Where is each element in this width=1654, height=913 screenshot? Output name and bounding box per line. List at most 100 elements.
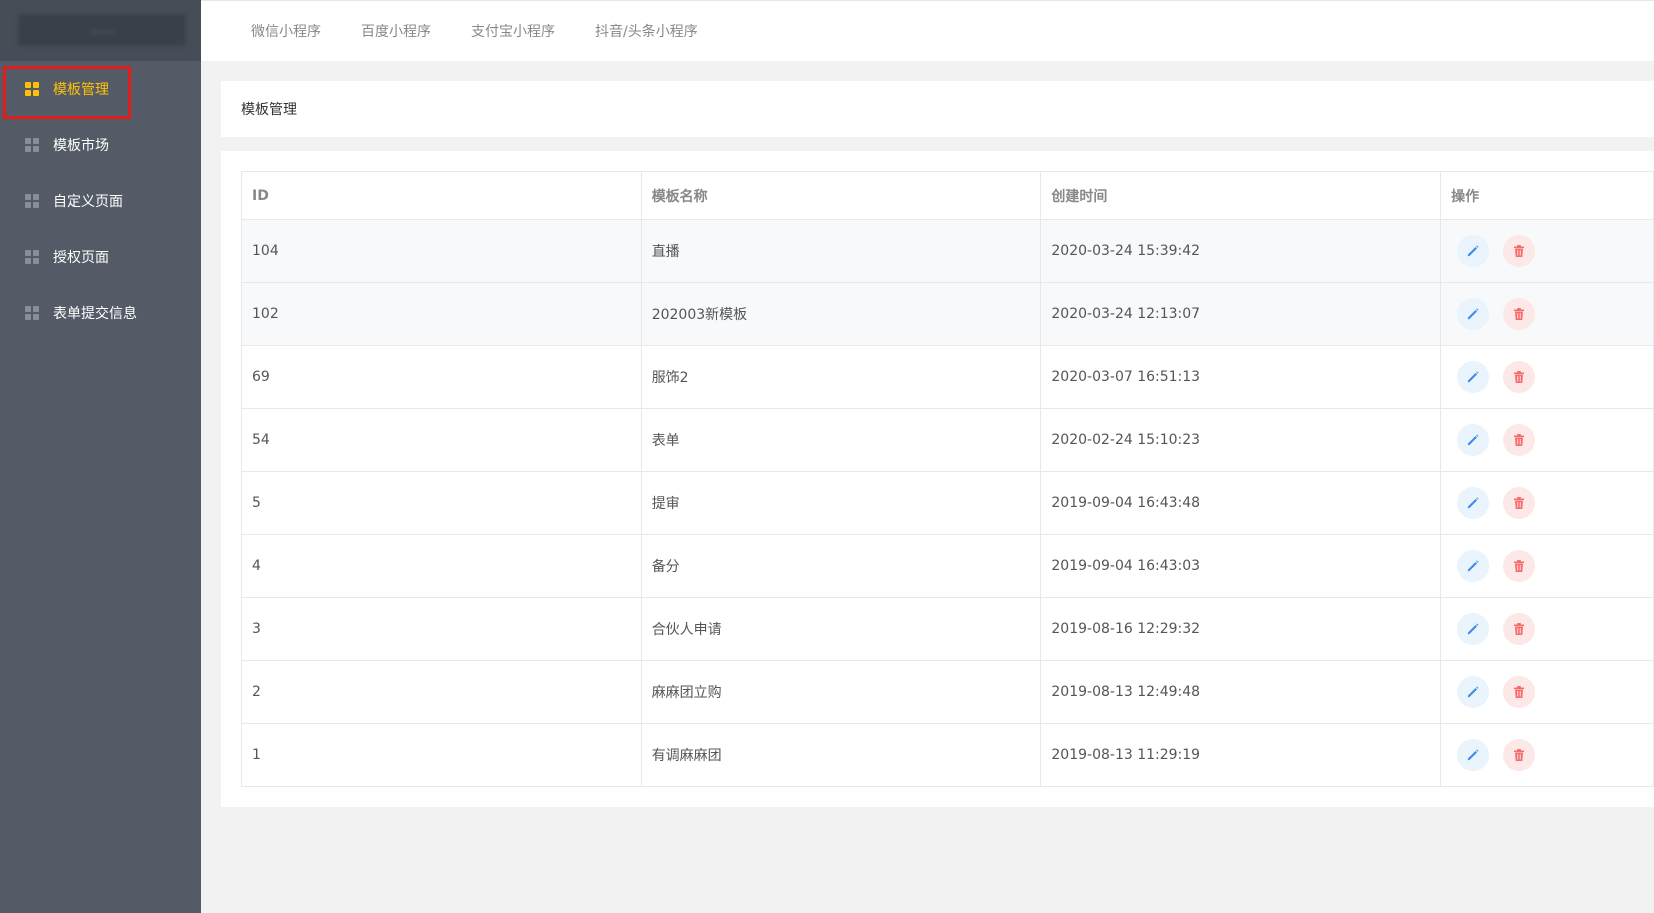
cell-id: 3 (241, 597, 642, 661)
trash-icon (1512, 370, 1526, 384)
cell-time: 2019-09-04 16:43:48 (1040, 471, 1442, 535)
trash-icon (1512, 685, 1526, 699)
tab-wechat[interactable]: 微信小程序 (251, 21, 321, 41)
trash-icon (1512, 622, 1526, 636)
sidebar-item-label: 表单提交信息 (53, 306, 137, 322)
cell-actions (1440, 282, 1654, 346)
table-row: 69 服饰2 2020-03-07 16:51:13 (241, 345, 1654, 409)
pencil-icon (1466, 433, 1480, 447)
cell-time: 2019-09-04 16:43:03 (1040, 534, 1442, 598)
pencil-icon (1466, 496, 1480, 510)
cell-time: 2020-03-07 16:51:13 (1040, 345, 1442, 409)
table-row: 102 202003新模板 2020-03-24 12:13:07 (241, 282, 1654, 346)
grid-icon (25, 194, 39, 208)
grid-icon (25, 250, 39, 264)
cell-actions (1440, 534, 1654, 598)
table-row: 104 直播 2020-03-24 15:39:42 (241, 219, 1654, 283)
cell-actions (1440, 723, 1654, 787)
cell-name: 备分 (640, 534, 1042, 598)
cell-actions (1440, 345, 1654, 409)
cell-name: 麻麻团立购 (640, 660, 1042, 724)
cell-actions (1440, 408, 1654, 472)
cell-id: 69 (241, 345, 642, 409)
pencil-icon (1466, 370, 1480, 384)
cell-name: 服饰2 (640, 345, 1042, 409)
cell-time: 2019-08-13 11:29:19 (1040, 723, 1442, 787)
table-row: 5 提审 2019-09-04 16:43:48 (241, 471, 1654, 535)
edit-button[interactable] (1457, 298, 1490, 330)
header-id: ID (241, 171, 642, 220)
sidebar-item-form-submissions[interactable]: 表单提交信息 (0, 285, 201, 341)
cell-id: 5 (241, 471, 642, 535)
delete-button[interactable] (1503, 298, 1536, 330)
tab-alipay[interactable]: 支付宝小程序 (471, 21, 555, 41)
trash-icon (1512, 748, 1526, 762)
header-actions: 操作 (1440, 171, 1654, 220)
cell-id: 4 (241, 534, 642, 598)
cell-name: 合伙人申请 (640, 597, 1042, 661)
sidebar-item-label: 模板管理 (53, 82, 109, 98)
cell-actions (1440, 660, 1654, 724)
edit-button[interactable] (1457, 487, 1490, 519)
trash-icon (1512, 307, 1526, 321)
delete-button[interactable] (1503, 550, 1536, 582)
sidebar-item-label: 自定义页面 (53, 194, 123, 210)
cell-actions (1440, 219, 1654, 283)
table-row: 3 合伙人申请 2019-08-16 12:29:32 (241, 597, 1654, 661)
edit-button[interactable] (1457, 361, 1490, 393)
sidebar-item-custom-page[interactable]: 自定义页面 (0, 173, 201, 229)
table-row: 2 麻麻团立购 2019-08-13 12:49:48 (241, 660, 1654, 724)
sidebar-item-label: 授权页面 (53, 250, 109, 266)
cell-id: 1 (241, 723, 642, 787)
trash-icon (1512, 496, 1526, 510)
sidebar-item-template-market[interactable]: 模板市场 (0, 117, 201, 173)
trash-icon (1512, 244, 1526, 258)
pencil-icon (1466, 244, 1480, 258)
pencil-icon (1466, 307, 1480, 321)
delete-button[interactable] (1503, 361, 1536, 393)
table-panel: ID 模板名称 创建时间 操作 104 直播 2020-03-24 15:39:42… (221, 151, 1654, 807)
cell-name: 提审 (640, 471, 1042, 535)
logo: ...... (18, 14, 186, 46)
delete-button[interactable] (1503, 676, 1536, 708)
sidebar-item-auth-page[interactable]: 授权页面 (0, 229, 201, 285)
table-row: 1 有调麻麻团 2019-08-13 11:29:19 (241, 723, 1654, 787)
edit-button[interactable] (1457, 739, 1490, 771)
delete-button[interactable] (1503, 424, 1536, 456)
header-time: 创建时间 (1040, 171, 1442, 220)
page-title: 模板管理 (221, 81, 1654, 137)
cell-id: 102 (241, 282, 642, 346)
cell-time: 2020-02-24 15:10:23 (1040, 408, 1442, 472)
cell-name: 202003新模板 (640, 282, 1042, 346)
delete-button[interactable] (1503, 739, 1536, 771)
delete-button[interactable] (1503, 613, 1536, 645)
pencil-icon (1466, 622, 1480, 636)
cell-name: 直播 (640, 219, 1042, 283)
table-header-row: ID 模板名称 创建时间 操作 (241, 171, 1654, 220)
sidebar-item-template-management[interactable]: 模板管理 (0, 61, 201, 117)
pencil-icon (1466, 685, 1480, 699)
pencil-icon (1466, 748, 1480, 762)
table-row: 4 备分 2019-09-04 16:43:03 (241, 534, 1654, 598)
edit-button[interactable] (1457, 424, 1490, 456)
grid-icon (25, 306, 39, 320)
table-body: 104 直播 2020-03-24 15:39:42 102 202003新模板 2020… (241, 219, 1654, 787)
sidebar-item-label: 模板市场 (53, 138, 109, 154)
cell-name: 表单 (640, 408, 1042, 472)
cell-time: 2019-08-13 12:49:48 (1040, 660, 1442, 724)
edit-button[interactable] (1457, 235, 1490, 267)
grid-icon (25, 82, 39, 96)
tab-baidu[interactable]: 百度小程序 (361, 21, 431, 41)
cell-actions (1440, 471, 1654, 535)
cell-actions (1440, 597, 1654, 661)
cell-id: 104 (241, 219, 642, 283)
edit-button[interactable] (1457, 676, 1490, 708)
cell-time: 2019-08-16 12:29:32 (1040, 597, 1442, 661)
delete-button[interactable] (1503, 235, 1536, 267)
trash-icon (1512, 433, 1526, 447)
delete-button[interactable] (1503, 487, 1536, 519)
cell-name: 有调麻麻团 (640, 723, 1042, 787)
edit-button[interactable] (1457, 613, 1490, 645)
tab-douyin[interactable]: 抖音/头条小程序 (595, 21, 698, 41)
edit-button[interactable] (1457, 550, 1490, 582)
